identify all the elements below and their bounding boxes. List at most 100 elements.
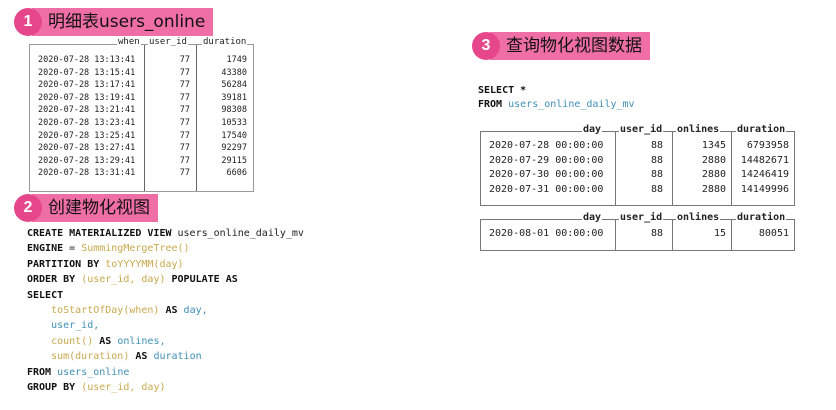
table-row: 2020-07-28 13:27:41 77 92297 — [30, 143, 253, 155]
sql-identifier: users_online — [51, 366, 130, 378]
cell-onlines: 15 — [713, 228, 726, 239]
table-row: 2020-07-28 13:17:41 77 56284 — [30, 80, 253, 92]
cell-user-id: 77 — [179, 80, 190, 91]
cell-user-id: 77 — [179, 92, 190, 103]
sql-function: SummingMergeTree() — [81, 243, 190, 255]
column-header-day: day — [582, 212, 603, 223]
sql-keyword: AS — [129, 351, 154, 363]
sql-keyword: GROUP BY — [27, 382, 76, 394]
column-header-user-id: user_id — [619, 212, 664, 223]
column-header-onlines: onlines — [676, 212, 721, 223]
cell-duration: 29115 — [221, 155, 247, 166]
sql-keyword: FROM — [478, 99, 503, 110]
sql-operator: = — [63, 243, 82, 255]
table-row: 2020-07-28 13:23:41 77 10533 — [30, 118, 253, 130]
cell-user-id: 77 — [179, 55, 190, 65]
cell-duration: 43380 — [221, 67, 247, 78]
create-view-sql: CREATE MATERIALIZED VIEW users_online_da… — [27, 226, 304, 395]
cell-day: 2020-07-28 00:00:00 — [489, 140, 604, 151]
cell-duration: 80051 — [758, 228, 789, 239]
table-row: 2020-07-28 13:25:41 77 17540 — [30, 131, 253, 143]
cell-day: 2020-07-31 00:00:00 — [489, 183, 604, 195]
cell-user-id: 88 — [650, 169, 663, 180]
cell-day: 2020-08-01 00:00:00 — [489, 228, 604, 239]
cell-user-id: 88 — [650, 140, 663, 151]
cell-user-id: 77 — [179, 143, 190, 154]
sql-keyword: FROM — [27, 366, 52, 378]
sql-identifier: users_online_daily_mv — [502, 99, 635, 110]
column-header-duration: duration — [202, 37, 248, 47]
sql-keyword: POPULATE AS — [165, 274, 238, 286]
cell-duration: 14246419 — [740, 169, 789, 180]
column-header-user-id: user_id — [148, 37, 188, 47]
table-row: 2020-07-31 00:00:00 88 2880 14149996 — [481, 184, 794, 199]
step-3-badge: 3 查询物化视图数据 — [472, 32, 650, 60]
sql-keyword: SELECT — [27, 289, 64, 301]
table-row: 2020-08-01 00:00:00 88 15 80051 — [481, 228, 794, 243]
cell-user-id: 77 — [179, 155, 190, 166]
sql-keyword: AS — [93, 335, 118, 347]
step-number: 2 — [14, 194, 42, 222]
cell-when: 2020-07-28 13:17:41 — [38, 80, 136, 91]
sql-keyword: CREATE MATERIALIZED VIEW — [27, 228, 172, 239]
table-row: 2020-07-28 13:19:41 77 39181 — [30, 93, 253, 105]
sql-keyword: ENGINE — [27, 243, 64, 255]
cell-user-id: 77 — [179, 118, 190, 128]
cell-duration: 14149996 — [740, 183, 789, 195]
cell-onlines: 2880 — [701, 154, 726, 166]
step-number: 3 — [472, 32, 500, 60]
cell-day: 2020-07-30 00:00:00 — [489, 169, 604, 180]
step-number: 1 — [14, 8, 42, 36]
table-row: 2020-07-28 13:21:41 77 98308 — [30, 105, 253, 117]
cell-duration: 56284 — [221, 80, 247, 91]
cell-when: 2020-07-28 13:21:41 — [38, 105, 136, 116]
cell-user-id: 88 — [650, 154, 663, 166]
cell-user-id: 88 — [650, 183, 663, 195]
column-header-onlines: onlines — [676, 124, 721, 135]
users-online-table: when user_id duration 2020-07-28 13:13:4… — [29, 37, 254, 192]
table-row: 2020-07-28 13:13:41 77 1749 — [30, 55, 253, 67]
sql-identifier: onlines, — [117, 335, 166, 347]
cell-duration: 6793958 — [746, 140, 789, 151]
sql-tuple: (user_id, day) — [75, 274, 166, 286]
cell-day: 2020-07-29 00:00:00 — [489, 154, 604, 166]
sql-identifier: user_id, — [27, 320, 100, 332]
column-header-day: day — [582, 124, 603, 135]
step-title: 明细表users_online — [32, 8, 214, 36]
sql-view-name: users_online_daily_mv — [171, 228, 304, 239]
cell-duration: 6606 — [226, 168, 247, 179]
sql-tuple: (user_id, day) — [75, 382, 166, 394]
table-row: 2020-07-28 13:31:41 77 6606 — [30, 168, 253, 180]
table-row: 2020-07-28 00:00:00 88 1345 6793958 — [481, 140, 794, 155]
table-row: 2020-07-28 13:29:41 77 29115 — [30, 156, 253, 168]
cell-duration: 17540 — [221, 130, 247, 141]
cell-duration: 14482671 — [740, 154, 789, 166]
step-title: 查询物化视图数据 — [490, 32, 650, 60]
column-header-when: when — [117, 37, 141, 47]
table-row: 2020-07-30 00:00:00 88 2880 14246419 — [481, 169, 794, 184]
result-table-2: day user_id onlines duration 2020-08-01 … — [480, 212, 795, 251]
cell-duration: 10533 — [221, 118, 247, 128]
sql-function: count() — [27, 335, 94, 347]
cell-user-id: 77 — [179, 168, 190, 179]
sql-identifier: day, — [183, 305, 208, 317]
query-view-sql: SELECT * FROM users_online_daily_mv — [478, 84, 635, 112]
cell-duration: 1749 — [226, 55, 247, 65]
cell-duration: 92297 — [221, 143, 247, 154]
step-2-badge: 2 创建物化视图 — [14, 194, 158, 222]
sql-keyword: PARTITION BY — [27, 258, 100, 270]
cell-when: 2020-07-28 13:31:41 — [38, 168, 136, 179]
sql-identifier: duration — [153, 351, 202, 363]
cell-onlines: 2880 — [701, 183, 726, 195]
column-header-user-id: user_id — [619, 124, 664, 135]
column-header-duration: duration — [736, 212, 787, 223]
cell-user-id: 77 — [179, 105, 190, 116]
column-header-duration: duration — [736, 124, 787, 135]
result-table-1: day user_id onlines duration 2020-07-28 … — [480, 124, 795, 206]
cell-when: 2020-07-28 13:13:41 — [38, 55, 136, 65]
sql-keyword: ORDER BY — [27, 274, 76, 286]
step-1-badge: 1 明细表users_online — [14, 8, 214, 36]
cell-user-id: 77 — [179, 67, 190, 78]
table-row: 2020-07-29 00:00:00 88 2880 14482671 — [481, 155, 794, 170]
cell-onlines: 2880 — [701, 169, 726, 180]
